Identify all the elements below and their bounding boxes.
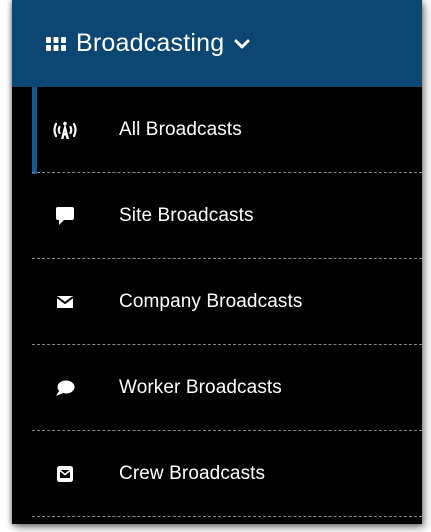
nav-item-company-broadcasts[interactable]: Company Broadcasts (12, 259, 422, 345)
nav-item-crew-broadcasts[interactable]: Crew Broadcasts (12, 431, 422, 517)
nav-item-label: Crew Broadcasts (119, 463, 266, 484)
grid-icon (46, 36, 66, 51)
nav-item-label: Company Broadcasts (119, 291, 303, 312)
nav-item-site-broadcasts[interactable]: Site Broadcasts (12, 173, 422, 259)
envelope-square-icon (52, 463, 78, 485)
nav-item-all-broadcasts[interactable]: All Broadcasts (12, 87, 422, 173)
speech-bubble-square-icon (52, 205, 78, 227)
envelope-icon (52, 291, 78, 313)
nav-item-label: Worker Broadcasts (119, 377, 282, 398)
divider (32, 516, 422, 517)
broadcasting-menu-panel: Broadcasting All Broadcasts Site Broadca… (12, 0, 422, 524)
broadcasting-menu-header[interactable]: Broadcasting (12, 0, 422, 87)
nav-item-worker-broadcasts[interactable]: Worker Broadcasts (12, 345, 422, 431)
broadcast-nav-list: All Broadcasts Site Broadcasts Company B… (12, 87, 422, 517)
speech-bubble-round-icon (52, 377, 78, 399)
menu-title: Broadcasting (76, 29, 225, 57)
broadcast-tower-icon (52, 119, 78, 141)
chevron-down-icon (234, 39, 250, 48)
nav-item-label: All Broadcasts (119, 119, 242, 140)
nav-item-label: Site Broadcasts (119, 205, 254, 226)
